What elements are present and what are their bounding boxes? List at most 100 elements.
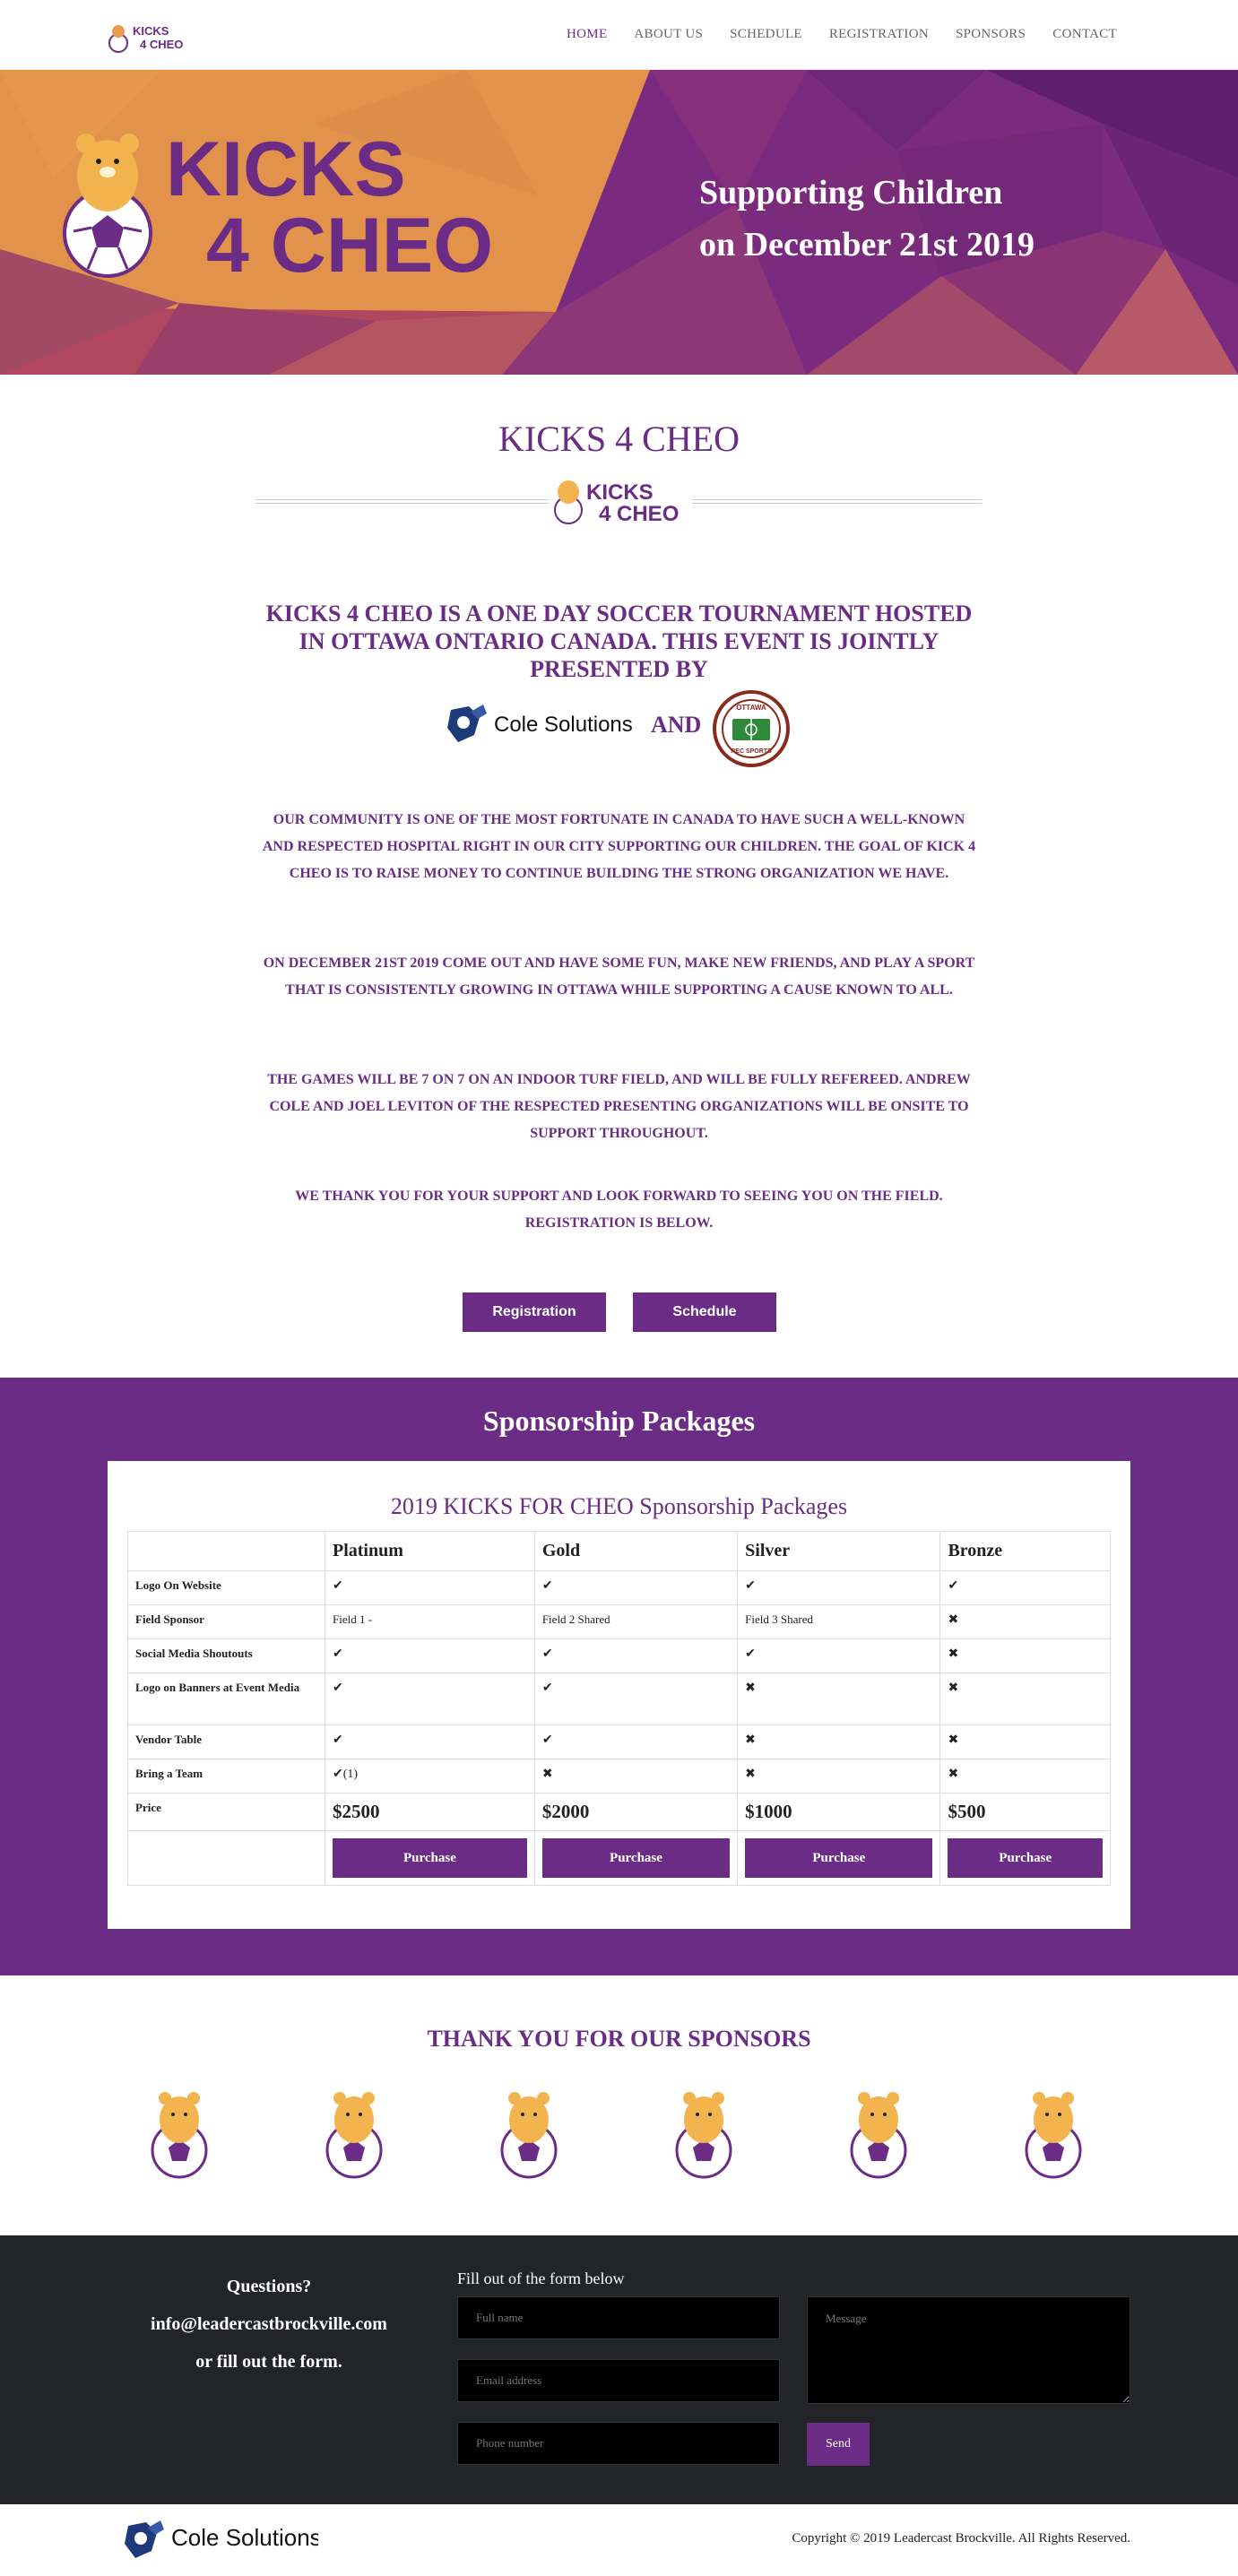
nav-registration[interactable]: REGISTRATION [829,27,929,42]
table-row: Bring a Team ✔(1) ✖ ✖ ✖ [127,1759,1111,1794]
purchase-platinum-button[interactable]: Purchase [333,1838,527,1878]
community-paragraph: OUR COMMUNITY IS ONE OF THE MOST FORTUNA… [262,812,976,881]
table-cell: ✔(1) [325,1759,535,1794]
table-cell: ✖ [737,1725,941,1759]
table-cell: ✖ [737,1673,941,1725]
table-cell: ✔ [325,1725,535,1759]
row-label: Logo on Banners at Event Media [127,1673,325,1725]
full-name-input[interactable] [457,2296,780,2339]
event-date-paragraph: ON DECEMBER 21ST 2019 COME OUT AND HAVE … [263,955,975,998]
ottawa-rec-sports-logo[interactable]: OTTAWA REC SPORTS [713,690,790,767]
contact-email[interactable]: info@leadercastbrockville.com [108,2314,430,2335]
price-bronze: $500 [939,1793,1111,1831]
thank-you-paragraph: WE THANK YOU FOR YOUR SUPPORT AND LOOK F… [295,1189,943,1231]
sponsorship-packages-card: 2019 KICKS FOR CHEO Sponsorship Packages… [108,1461,1130,1929]
table-header-row: Platinum Gold Silver Bronze [127,1531,1111,1571]
copyright: Copyright © 2019 Leadercast Brockville. … [792,2531,1130,2546]
purchase-row: Purchase Purchase Purchase Purchase [127,1830,1111,1886]
row-label: Field Sponsor [127,1604,325,1639]
table-cell: Purchase [939,1830,1111,1886]
cole-solutions-name: Cole Solutions [494,713,632,737]
table-row: Social Media Shoutouts ✔ ✔ ✔ ✖ [127,1638,1111,1673]
orec-text-bottom: REC SPORTS [731,748,772,755]
sponsorship-packages-subtitle: 2019 KICKS FOR CHEO Sponsorship Packages [390,1493,848,1519]
phone-input[interactable] [457,2422,780,2465]
sponsorship-table: Platinum Gold Silver Bronze Logo On Webs… [127,1531,1111,1886]
top-nav: KICKS 4 CHEO HOME ABOUT US SCHEDULE REGI… [0,0,1238,70]
row-label: Price [127,1793,325,1831]
fill-form-text: or fill out the form. [195,2352,342,2372]
table-cell: ✔ [533,1673,739,1725]
footer-cole-name: Cole Solutions [171,2524,318,2551]
table-row: Vendor Table ✔ ✔ ✖ ✖ [127,1725,1111,1759]
row-label: Social Media Shoutouts [127,1638,325,1673]
table-header-empty [127,1531,325,1571]
nav-about-us[interactable]: ABOUT US [634,27,703,42]
kicks-4-cheo-logo[interactable]: KICKS 4 CHEO [108,20,197,56]
send-button[interactable]: Send [807,2423,870,2466]
column-bronze: Bronze [939,1531,1111,1571]
table-cell: ✔ [533,1638,739,1673]
table-cell: ✖ [737,1759,941,1794]
table-cell: ✖ [939,1759,1111,1794]
table-row: Logo On Website ✔ ✔ ✔ ✔ [127,1570,1111,1605]
table-cell: Field 3 Shared [737,1604,941,1639]
page: KICKS 4 CHEO HOME ABOUT US SCHEDULE REGI… [0,0,1238,2576]
hero-tagline: Supporting Children on December 21st 201… [699,167,1035,271]
table-cell: ✔ [325,1638,535,1673]
table-cell: Field 1 - [325,1604,535,1639]
thank-sponsors-title: THANK YOU FOR OUR SPONSORS [427,2026,811,2052]
orec-text-top: OTTAWA [736,704,766,712]
cole-solutions-logo[interactable]: Cole Solutions [444,701,632,751]
title-kicks-4-cheo-logo: KICKS 4 CHEO [549,472,692,528]
table-cell: ✖ [533,1759,739,1794]
sponsor-logo[interactable] [143,2084,215,2183]
sponsor-logo[interactable] [318,2084,390,2183]
row-label: Logo On Website [127,1570,325,1605]
sponsorship-packages-title: Sponsorship Packages [482,1405,756,1437]
sponsor-logo[interactable] [493,2084,565,2183]
nav-schedule[interactable]: SCHEDULE [730,27,802,42]
hero-tagline-line-2: on December 21st 2019 [699,226,1035,264]
table-cell: ✔ [737,1638,941,1673]
price-row: Price $2500 $2000 $1000 $500 [127,1793,1111,1831]
nav-sponsors[interactable]: SPONSORS [956,27,1026,42]
title-logo-line-2: 4 CHEO [599,502,679,526]
table-cell: Purchase [533,1830,739,1886]
price-platinum: $2500 [325,1793,535,1831]
nav-logo-text-1: KICKS [133,24,169,38]
table-cell: ✔ [533,1725,739,1759]
form-heading: Fill out of the form below [457,2269,625,2287]
table-row: Field Sponsor Field 1 - Field 2 Shared F… [127,1604,1111,1639]
contact-footer: Questions? info@leadercastbrockville.com… [0,2235,1238,2504]
footer-cole-solutions-logo[interactable]: Cole Solutions [121,2517,318,2563]
table-cell: ✖ [939,1725,1111,1759]
purchase-silver-button[interactable]: Purchase [745,1838,933,1878]
table-cell-empty [127,1830,325,1886]
table-cell: Field 2 Shared [533,1604,739,1639]
table-cell: ✔ [325,1570,535,1605]
hero-kicks-4-cheo-logo: KICKS 4 CHEO [63,126,493,289]
purchase-gold-button[interactable]: Purchase [541,1838,731,1878]
table-row: Logo on Banners at Event Media ✔ ✔ ✖ ✖ [127,1673,1111,1725]
sponsor-logo[interactable] [668,2084,740,2183]
email-input[interactable] [457,2359,780,2402]
column-platinum: Platinum [325,1531,535,1571]
table-cell: ✖ [939,1673,1111,1725]
page-title: KICKS 4 CHEO [498,419,740,459]
purchase-bronze-button[interactable]: Purchase [948,1838,1103,1878]
column-silver: Silver [737,1531,941,1571]
nav-contact[interactable]: CONTACT [1052,27,1117,42]
message-textarea[interactable] [807,2296,1130,2404]
sponsor-logo[interactable] [1017,2084,1089,2183]
nav-home[interactable]: HOME [567,27,607,42]
registration-button[interactable]: Registration [463,1292,606,1332]
table-cell: ✔ [737,1570,941,1605]
hero-tagline-line-1: Supporting Children [699,174,1003,212]
schedule-button[interactable]: Schedule [633,1292,776,1332]
bottom-bar: Cole Solutions Copyright © 2019 Leaderca… [0,2504,1238,2576]
title-logo-line-1: KICKS [586,480,654,505]
table-cell: ✔ [325,1673,535,1725]
sponsor-logo[interactable] [843,2084,914,2183]
nav-logo-text-2: 4 CHEO [140,38,183,51]
